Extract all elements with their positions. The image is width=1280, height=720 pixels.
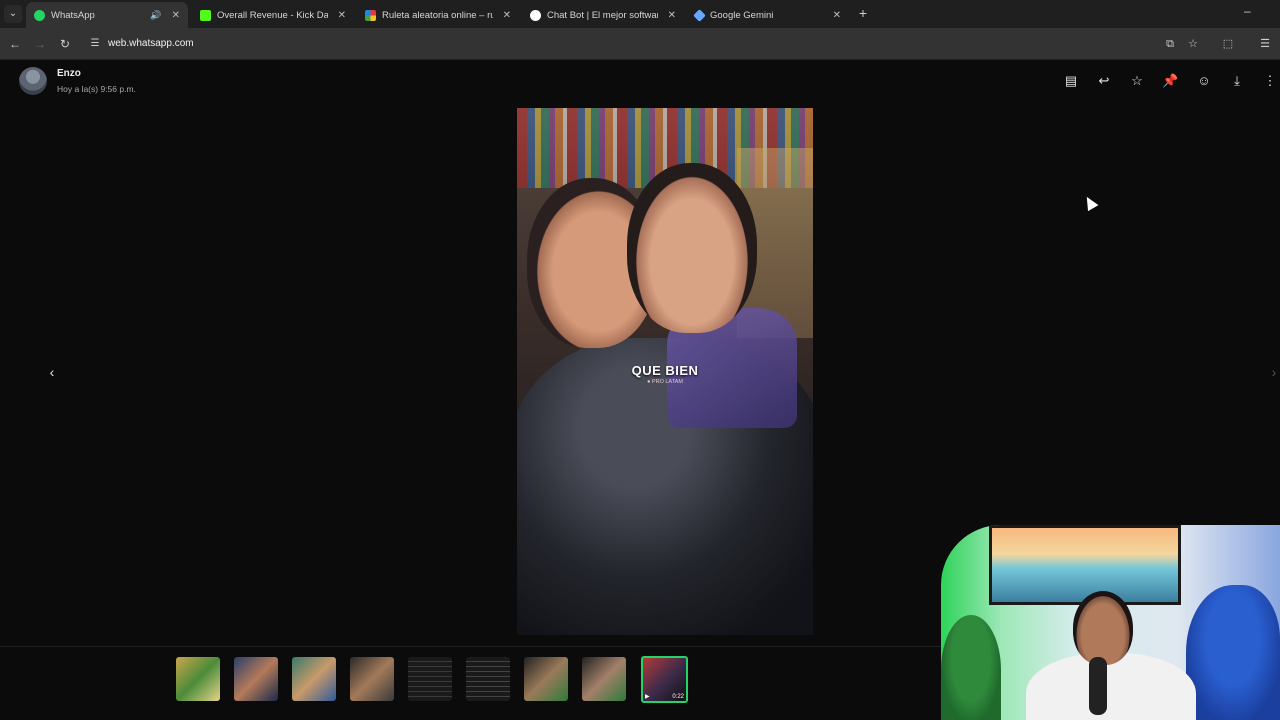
tab-search-icon[interactable]: ⌄	[4, 5, 22, 23]
address-bar[interactable]: ☰ web.whatsapp.com	[82, 32, 1212, 56]
tab-ruleta[interactable]: Ruleta aleatoria online – ruleta ✕	[357, 2, 519, 28]
close-tab-icon[interactable]: ✕	[172, 10, 180, 21]
video-caption: QUE BIEN	[631, 363, 699, 378]
minimize-window-button[interactable]: –	[1244, 4, 1251, 18]
tab-title: Overall Revenue - Kick Dashbo	[217, 9, 328, 21]
avatar[interactable]	[19, 67, 47, 95]
gemini-favicon-icon	[693, 8, 706, 22]
document-thumbnail[interactable]	[408, 657, 452, 701]
tab-kick-dashboard[interactable]: Overall Revenue - Kick Dashbo ✕	[192, 2, 354, 28]
site-info-icon[interactable]: ☰	[88, 37, 102, 51]
sender-name: Enzo	[57, 68, 81, 79]
document-thumbnail[interactable]	[466, 657, 510, 701]
forward-button[interactable]: →	[32, 36, 48, 52]
tab-google-gemini[interactable]: Google Gemini ✕	[687, 2, 849, 28]
plant-right	[1186, 585, 1280, 720]
bookmark-star-icon[interactable]: ☆	[1185, 36, 1201, 52]
browser-toolbar: ← → ↻ ☰ web.whatsapp.com ⧉ ☆ ⬚ ☰	[0, 28, 1280, 60]
selected-video-thumbnail[interactable]: ▶ 0:22	[641, 656, 688, 703]
chatbot-favicon-icon	[530, 9, 541, 21]
media-thumbnail[interactable]	[176, 657, 220, 701]
person-right-head	[627, 163, 757, 333]
plant-left	[941, 615, 1001, 720]
url-text: web.whatsapp.com	[108, 38, 194, 49]
emoji-icon[interactable]: ☺	[1196, 73, 1212, 89]
close-tab-icon[interactable]: ✕	[833, 10, 841, 21]
tv-screen	[989, 525, 1181, 605]
person-head	[1073, 591, 1133, 665]
microphone	[1089, 657, 1107, 715]
more-icon[interactable]: ⋮	[1262, 73, 1278, 89]
video-frame[interactable]: QUE BIEN ● PRO LATAM	[517, 108, 813, 635]
media-thumbnail[interactable]	[234, 657, 278, 701]
close-tab-icon[interactable]: ✕	[338, 10, 346, 21]
tab-title: Ruleta aleatoria online – ruleta	[382, 9, 493, 21]
speaker-icon[interactable]: 🔊	[150, 10, 161, 21]
media-thumbnail[interactable]	[350, 657, 394, 701]
tab-title: Chat Bot | El mejor software pa	[547, 9, 658, 21]
mouse-cursor	[1081, 193, 1099, 212]
tab-title: Google Gemini	[710, 9, 774, 21]
browser-tab-bar: ⌄ WhatsApp 🔊 ✕ Overall Revenue - Kick Da…	[0, 0, 1280, 28]
reply-icon[interactable]: ↩	[1096, 73, 1112, 89]
close-tab-icon[interactable]: ✕	[668, 10, 676, 21]
message-icon[interactable]: ▤	[1063, 73, 1079, 89]
media-thumbnail[interactable]	[582, 657, 626, 701]
back-button[interactable]: ←	[7, 36, 23, 52]
star-icon[interactable]: ☆	[1129, 73, 1145, 89]
new-tab-button[interactable]: +	[855, 5, 871, 21]
browser-menu-icon[interactable]: ☰	[1257, 36, 1273, 52]
next-media-button[interactable]: ›	[1262, 360, 1280, 384]
video-camera-icon: ▶	[645, 694, 650, 700]
extensions-icon[interactable]: ⬚	[1220, 36, 1236, 52]
sent-timestamp: Hoy a la(s) 9:56 p.m.	[57, 84, 136, 94]
tab-chatbot[interactable]: Chat Bot | El mejor software pa ✕	[522, 2, 684, 28]
previous-media-button[interactable]: ‹	[40, 360, 64, 384]
webcam-overlay	[941, 525, 1280, 720]
download-icon[interactable]: ⤓	[1229, 73, 1245, 89]
video-duration: 0:22	[672, 694, 684, 700]
pin-icon[interactable]: 📌	[1162, 73, 1178, 89]
ruleta-favicon-icon	[365, 9, 376, 21]
tab-title: WhatsApp	[51, 9, 95, 21]
install-app-icon[interactable]: ⧉	[1162, 36, 1178, 52]
reload-button[interactable]: ↻	[57, 36, 73, 52]
media-thumbnail[interactable]	[524, 657, 568, 701]
video-watermark: ● PRO LATAM	[647, 379, 683, 385]
kick-favicon-icon	[200, 9, 211, 21]
tab-whatsapp[interactable]: WhatsApp 🔊 ✕	[26, 2, 188, 28]
media-thumbnail[interactable]	[292, 657, 336, 701]
whatsapp-favicon-icon	[34, 9, 45, 21]
close-tab-icon[interactable]: ✕	[503, 10, 511, 21]
